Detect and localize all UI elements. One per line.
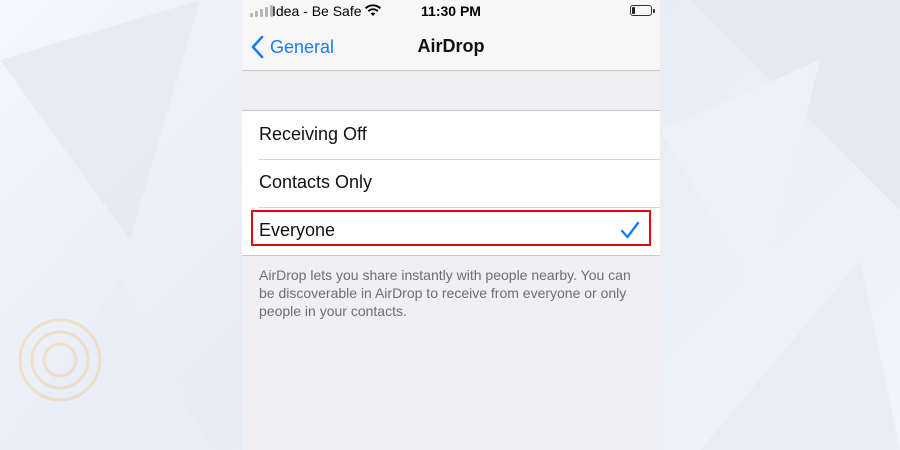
- option-label: Receiving Off: [259, 124, 367, 144]
- option-label: Contacts Only: [259, 172, 373, 192]
- option-label: Everyone: [259, 220, 336, 240]
- clock: 11:30 PM: [421, 3, 481, 19]
- page-title: AirDrop: [417, 36, 485, 56]
- airdrop-description: AirDrop lets you share instantly with pe…: [259, 267, 631, 319]
- navigation-bar: General AirDrop: [242, 24, 660, 71]
- phone-screen: Idea - Be Safe 11:30 PM General AirDrop …: [242, 0, 660, 450]
- status-bar: Idea - Be Safe 11:30 PM: [242, 0, 660, 24]
- option-everyone[interactable]: Everyone: [242, 207, 660, 255]
- option-receiving-off[interactable]: Receiving Off: [242, 111, 660, 159]
- battery-level: [632, 7, 635, 14]
- airdrop-options-list: Receiving Off Contacts Only Everyone: [242, 110, 660, 256]
- checkmark-icon: [620, 221, 640, 239]
- option-contacts-only[interactable]: Contacts Only: [242, 159, 660, 207]
- battery-icon: [630, 5, 655, 16]
